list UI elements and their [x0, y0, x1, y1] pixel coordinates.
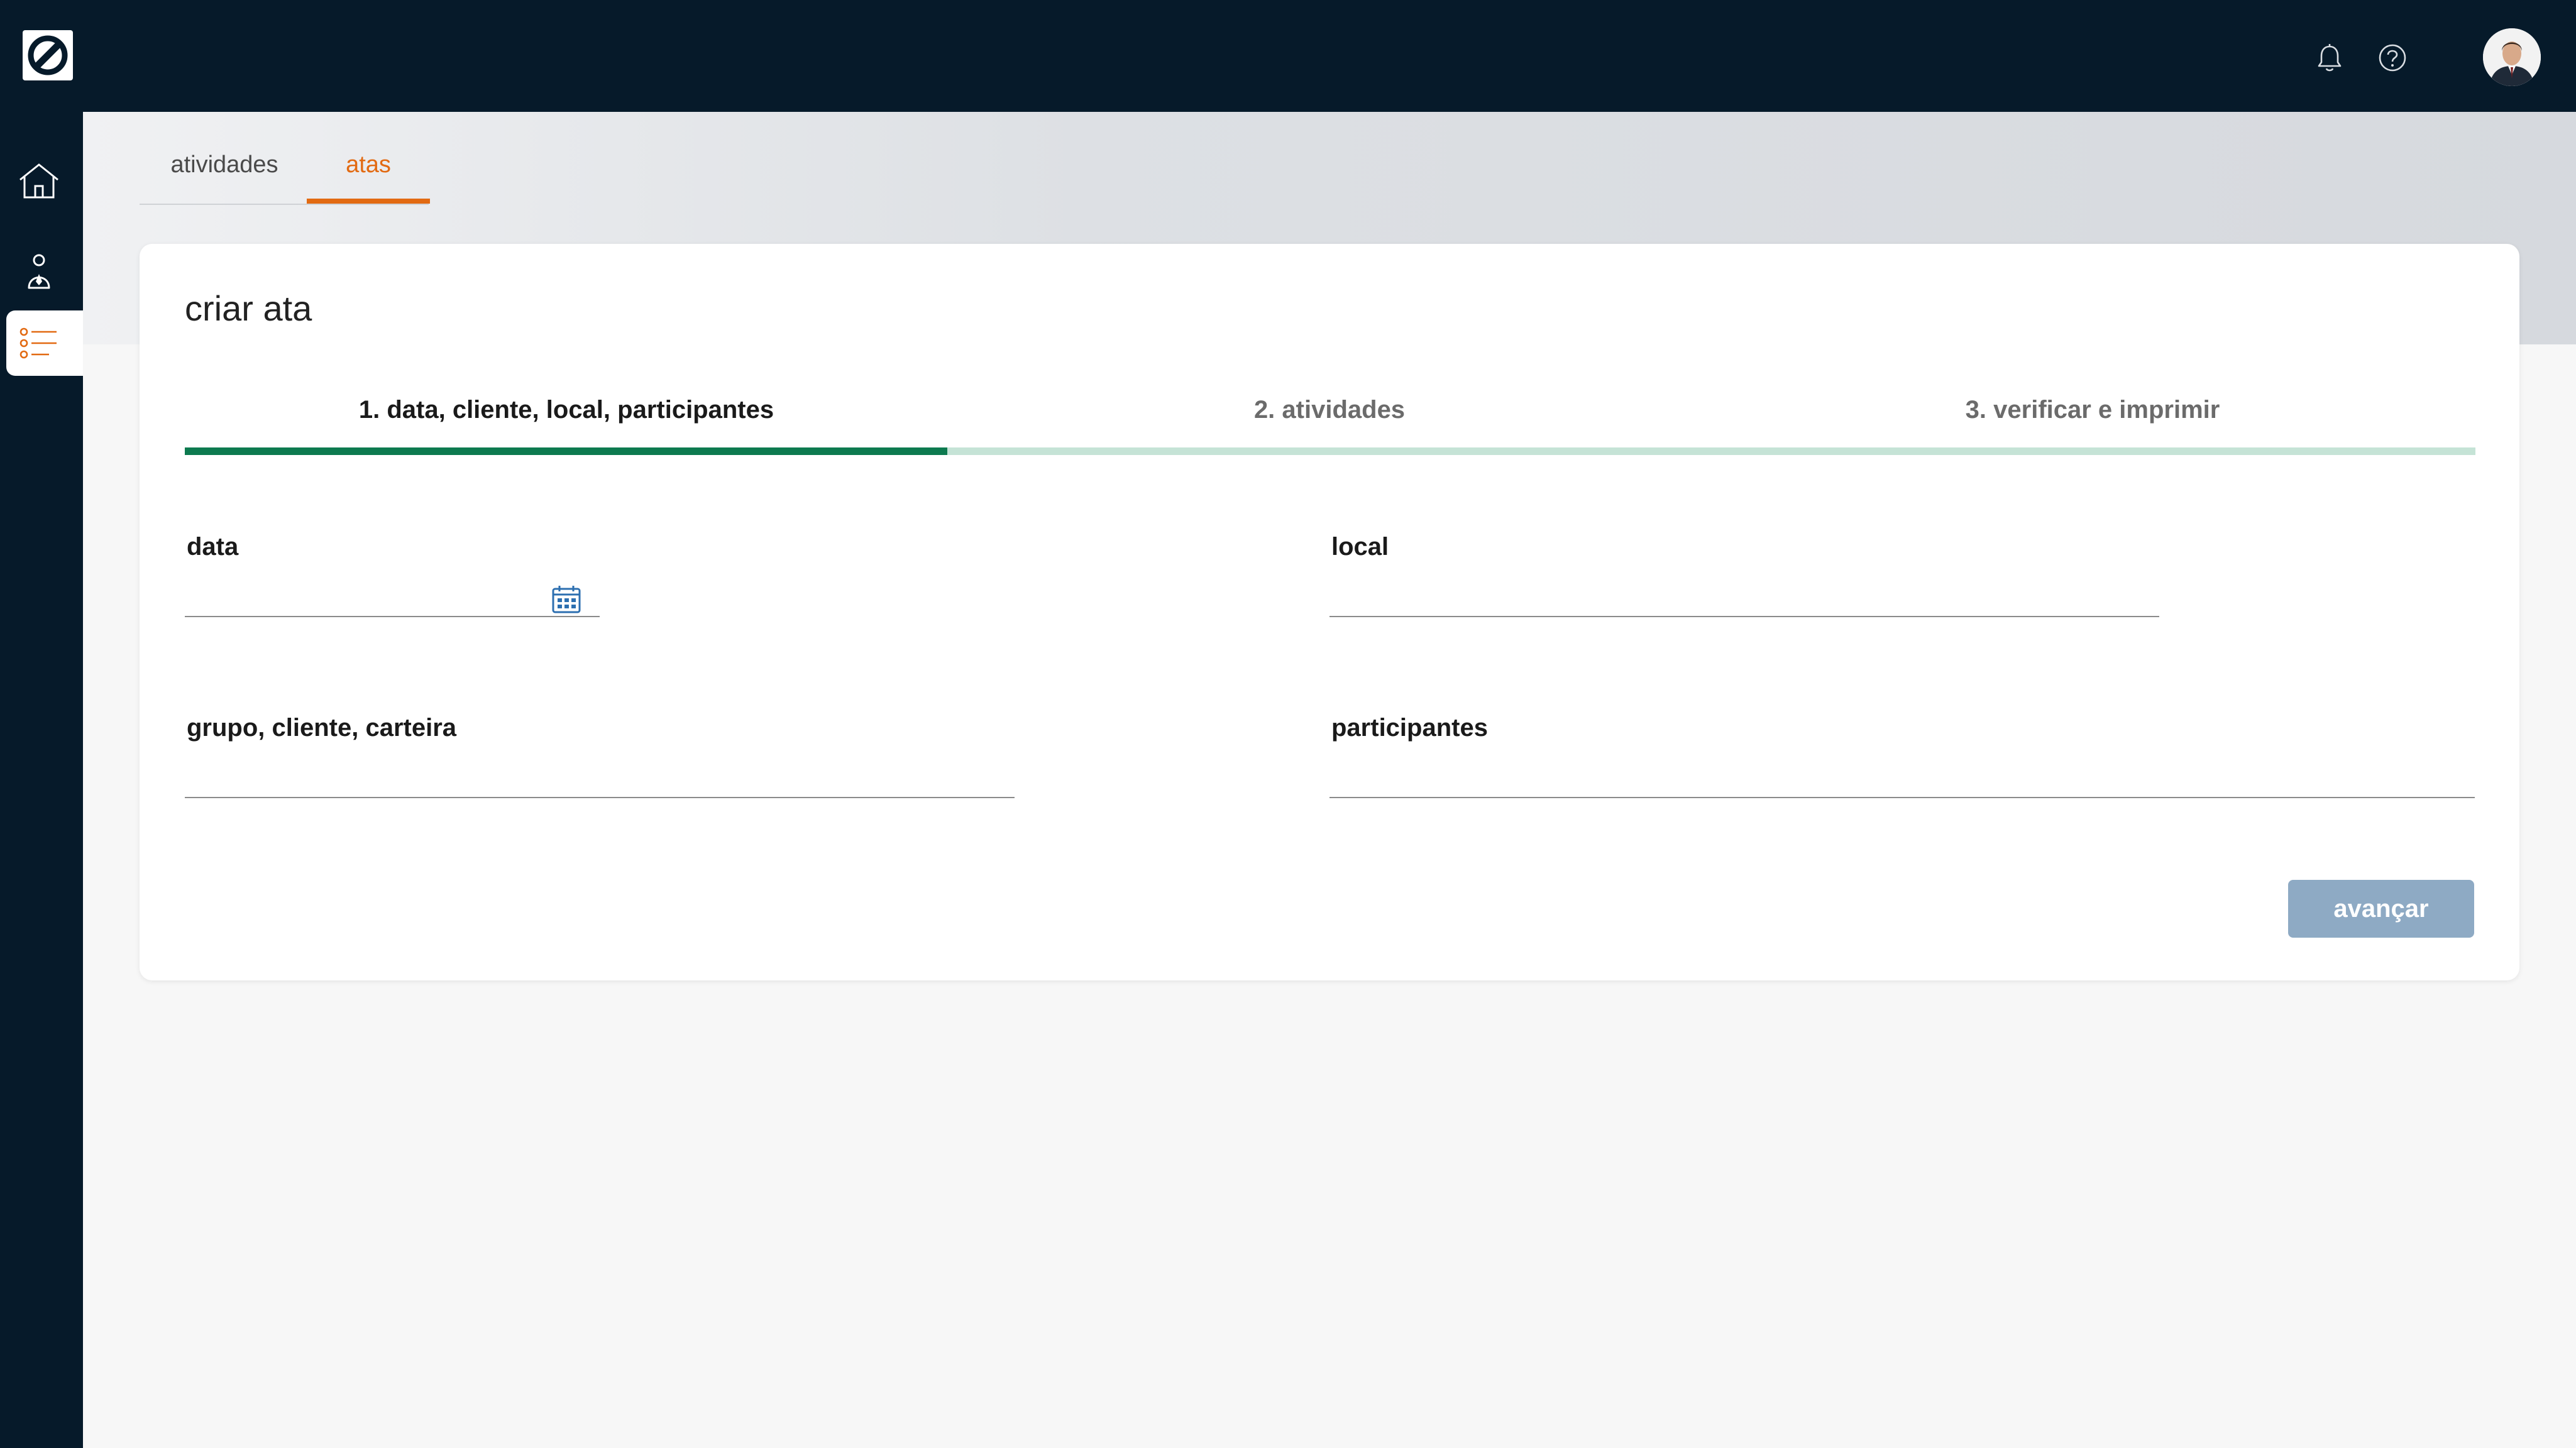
- list-icon: [19, 327, 57, 359]
- logo[interactable]: [23, 30, 73, 80]
- help-icon[interactable]: [2375, 40, 2410, 75]
- local-input[interactable]: [1329, 576, 2159, 617]
- notification-bell-icon[interactable]: [2312, 40, 2347, 75]
- step-2[interactable]: 2. atividades: [948, 396, 1711, 427]
- stepper-progress-track: [185, 447, 2475, 455]
- home-icon: [19, 163, 58, 199]
- stepper-progress-fill: [185, 447, 948, 455]
- logo-icon: [28, 35, 68, 75]
- date-input[interactable]: [185, 576, 600, 617]
- date-label: data: [187, 533, 239, 561]
- step-1[interactable]: 1. data, cliente, local, participantes: [185, 396, 948, 427]
- local-label: local: [1331, 533, 1389, 561]
- tab-atividades[interactable]: atividades: [140, 140, 309, 204]
- sidebar-item-list[interactable]: [6, 310, 83, 376]
- top-bar: [0, 0, 2576, 112]
- group-client-portfolio-input[interactable]: [185, 757, 1015, 798]
- sidebar-item-clients[interactable]: [0, 235, 83, 305]
- participants-input[interactable]: [1329, 757, 2475, 798]
- sidebar: [0, 112, 83, 1448]
- participants-label: participantes: [1331, 714, 1488, 742]
- create-minutes-card: criar ata 1. data, cliente, local, parti…: [140, 244, 2519, 980]
- step-3[interactable]: 3. verificar e imprimir: [1711, 396, 2474, 427]
- tab-bar: atividades atas: [140, 140, 430, 205]
- tab-atas[interactable]: atas: [307, 140, 430, 204]
- group-client-portfolio-label: grupo, cliente, carteira: [187, 714, 457, 742]
- card-title: criar ata: [185, 288, 312, 328]
- calendar-icon[interactable]: [551, 583, 582, 615]
- sidebar-item-home[interactable]: [0, 145, 83, 215]
- user-avatar[interactable]: [2483, 28, 2541, 86]
- users-icon: [28, 254, 50, 289]
- advance-button[interactable]: avançar: [2288, 880, 2474, 938]
